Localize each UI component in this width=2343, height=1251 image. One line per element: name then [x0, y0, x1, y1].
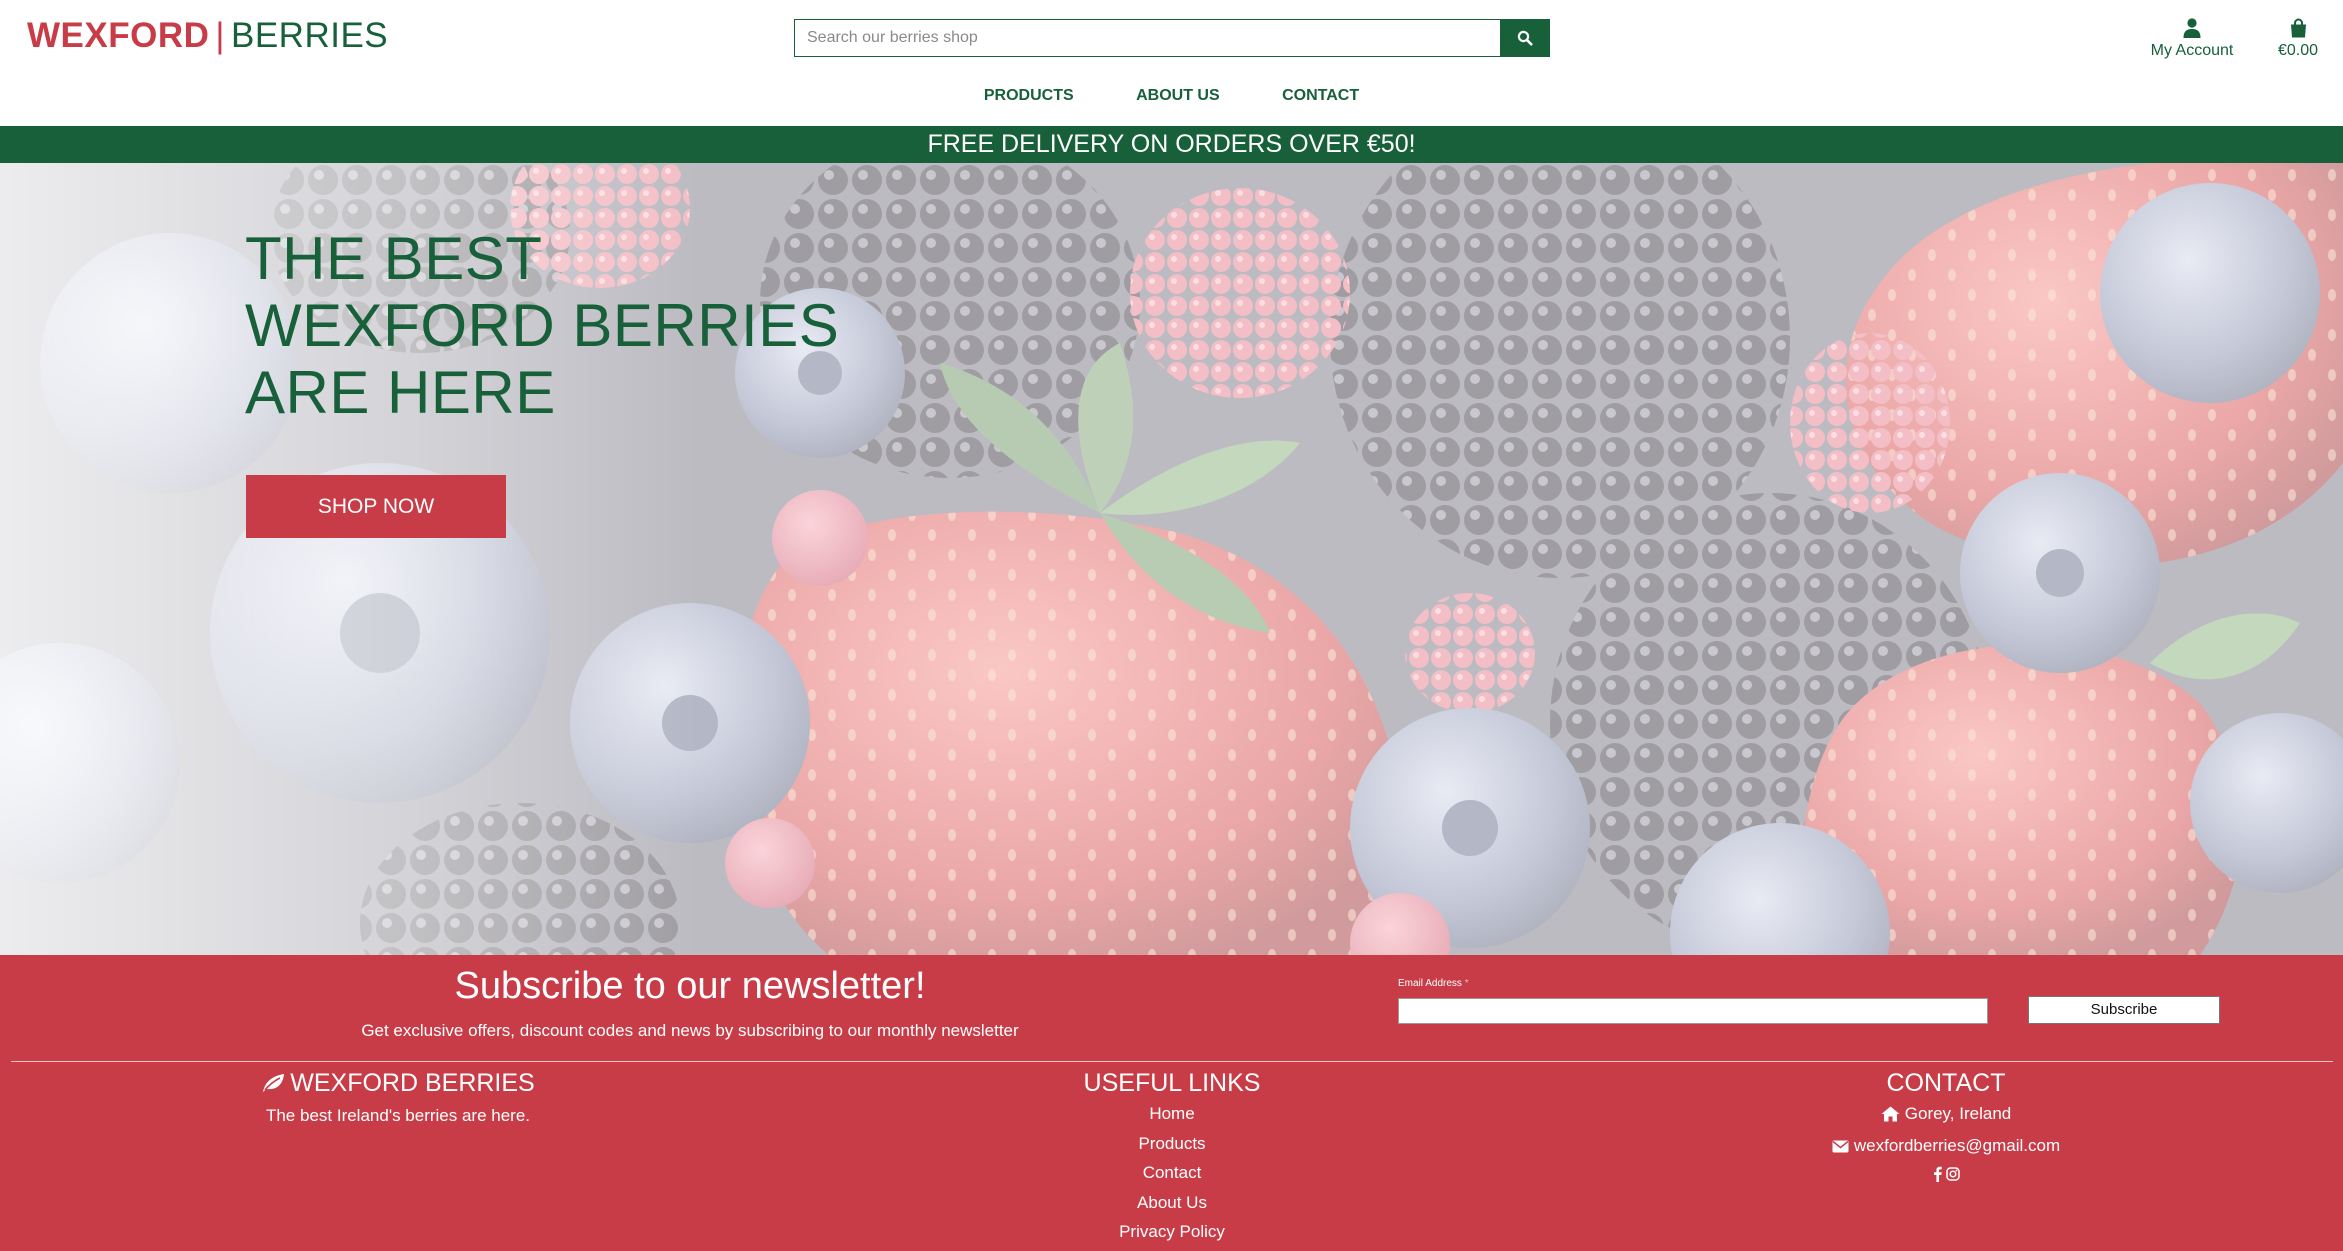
my-account-link[interactable]: My Account [2140, 14, 2244, 60]
search-icon [1517, 30, 1533, 46]
subscribe-button[interactable]: Subscribe [2028, 996, 2220, 1024]
hero-title-line: ARE HERE [245, 359, 556, 426]
footer-email[interactable]: wexfordberries@gmail.com [1746, 1131, 2146, 1162]
hero-title-line: THE BEST [245, 225, 543, 292]
footer-link-about-us[interactable]: About Us [1137, 1193, 1207, 1212]
hero-section: THE BEST WEXFORD BERRIES ARE HERE SHOP N… [0, 163, 2343, 955]
logo-berries: BERRIES [230, 16, 389, 55]
search-form [794, 19, 1550, 57]
logo-wexford: WEXFORD [27, 16, 210, 55]
footer-link-contact[interactable]: Contact [1143, 1163, 1202, 1182]
footer-link-privacy-policy[interactable]: Privacy Policy [1119, 1222, 1225, 1241]
footer-brand-heading: WEXFORD BERRIES [198, 1067, 598, 1101]
nav-contact[interactable]: CONTACT [1282, 87, 1359, 105]
footer-link-home[interactable]: Home [1149, 1104, 1194, 1123]
newsletter-title: Subscribe to our newsletter! [454, 965, 926, 1007]
free-delivery-banner: FREE DELIVERY ON ORDERS OVER €50! [0, 126, 2343, 163]
footer-address-text: Gorey, Ireland [1904, 1104, 2012, 1123]
required-marker: * [1464, 978, 1469, 989]
user-icon [2183, 18, 2201, 38]
site-footer: Subscribe to our newsletter! Get exclusi… [0, 955, 2343, 1251]
newsletter-subtitle: Get exclusive offers, discount codes and… [361, 1021, 1019, 1040]
leaf-icon [263, 1074, 285, 1092]
email-address-label: Email Address * [1398, 978, 1469, 989]
footer-links-column: USEFUL LINKS Home Products Contact About… [972, 1067, 1372, 1247]
footer-address: Gorey, Ireland [1746, 1099, 2146, 1131]
cart-link[interactable]: €0.00 [2268, 14, 2328, 60]
search-input[interactable] [794, 19, 1502, 57]
site-header: WEXFORD|BERRIES My Account €0.00 [0, 0, 2343, 126]
shopping-bag-icon [2290, 18, 2306, 38]
hero-title-line: WEXFORD BERRIES [245, 292, 840, 359]
footer-contact-heading: CONTACT [1886, 1069, 2006, 1097]
nav-products[interactable]: PRODUCTS [984, 87, 1074, 105]
footer-brand-title: WEXFORD BERRIES [290, 1069, 535, 1097]
main-nav: PRODUCTS ABOUT US CONTACT [0, 87, 2343, 105]
hero-title: THE BEST WEXFORD BERRIES ARE HERE [245, 225, 839, 426]
nav-about-us[interactable]: ABOUT US [1136, 87, 1220, 105]
footer-email-text: wexfordberries@gmail.com [1853, 1136, 2061, 1156]
footer-social [1746, 1162, 2146, 1192]
footer-divider [11, 1061, 2333, 1062]
footer-links-heading: USEFUL LINKS [1083, 1069, 1261, 1097]
footer-brand-column: WEXFORD BERRIES The best Ireland's berri… [198, 1067, 598, 1131]
newsletter-email-input[interactable] [1398, 998, 1988, 1024]
site-logo[interactable]: WEXFORD | BERRIES [27, 16, 388, 56]
search-button[interactable] [1500, 19, 1550, 57]
footer-contact-column: CONTACT Gorey, Ireland wexfordberries@gm… [1746, 1067, 2146, 1192]
email-label-text: Email Address [1398, 978, 1462, 989]
footer-brand-tagline: The best Ireland's berries are here. [265, 1106, 531, 1125]
cart-total: €0.00 [2277, 42, 2319, 59]
footer-link-products[interactable]: Products [1138, 1134, 1205, 1153]
my-account-label: My Account [2150, 42, 2234, 59]
shop-now-button[interactable]: SHOP NOW [246, 475, 506, 538]
envelope-icon [1832, 1140, 1849, 1152]
facebook-icon[interactable] [1933, 1166, 1942, 1182]
logo-separator: | [215, 16, 225, 55]
home-icon [1881, 1106, 1900, 1122]
instagram-icon[interactable] [1945, 1167, 1960, 1181]
